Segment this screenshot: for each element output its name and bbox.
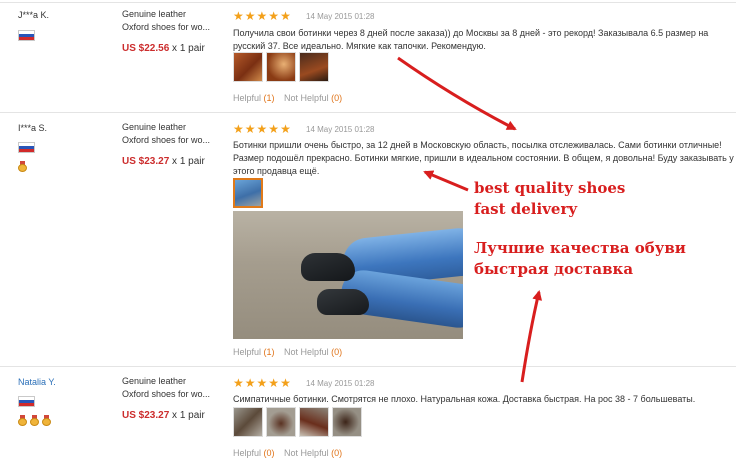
arrow-to-review-1 xyxy=(397,56,517,131)
arrow-to-review-2 xyxy=(423,170,469,192)
annotation-arrows xyxy=(397,56,543,383)
arrow-from-review-3 xyxy=(520,290,543,383)
